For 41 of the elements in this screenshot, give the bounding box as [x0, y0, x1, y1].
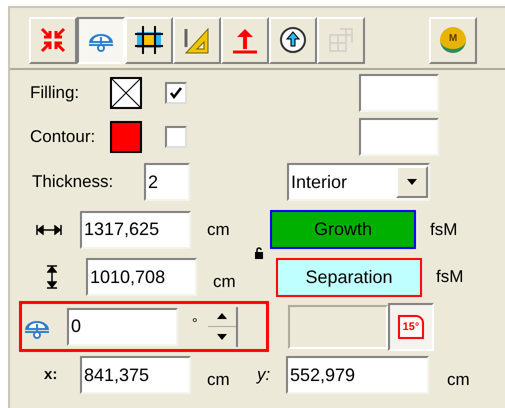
angle-field[interactable]: 0 [67, 308, 178, 346]
width-field[interactable]: 1317,625 [80, 210, 191, 248]
contour-value-field[interactable] [359, 118, 439, 156]
separation-suffix: fsM [436, 266, 464, 288]
y-label: y: [257, 364, 272, 386]
filling-label: Filling: [30, 82, 80, 104]
growth-suffix: fsM [430, 218, 458, 241]
fill-pattern-swatch[interactable] [110, 77, 142, 109]
position-select[interactable]: Interior [287, 163, 430, 201]
tape-measure-icon: M [440, 27, 466, 53]
y-field[interactable]: 552,979 [286, 356, 429, 394]
frame-icon [134, 25, 164, 55]
thickness-field[interactable]: 2 [144, 163, 190, 201]
x-field[interactable]: 841,375 [80, 356, 191, 394]
y-unit: cm [447, 369, 470, 392]
height-arrow-icon [47, 265, 57, 289]
check-icon [169, 86, 183, 100]
arrows-in-icon [38, 25, 68, 55]
snap-angle-button[interactable]: 15° [388, 302, 434, 350]
spin-down-icon [216, 334, 227, 340]
angle-spinner[interactable] [208, 306, 238, 346]
contour-checkbox[interactable] [165, 126, 187, 148]
tape-measure-button[interactable]: M [429, 16, 477, 64]
degree-unit: ° [192, 314, 198, 333]
fill-value-field[interactable] [359, 74, 439, 112]
filling-checkbox[interactable] [165, 82, 187, 104]
height-field[interactable]: 1010,708 [86, 258, 197, 296]
width-arrow-icon [36, 224, 62, 234]
spin-up-icon [216, 313, 227, 320]
growth-button[interactable]: Growth [270, 210, 416, 249]
separation-button[interactable]: Separation [276, 258, 422, 296]
contour-color-swatch[interactable] [110, 121, 142, 153]
contour-label: Contour: [30, 126, 96, 148]
thickness-label: Thickness: [32, 171, 114, 194]
snap-angle-icon: 15° [398, 314, 424, 338]
width-unit: cm [207, 218, 231, 241]
x-label: x: [44, 364, 58, 385]
x-unit: cm [207, 369, 231, 392]
arrow-up-circle-icon [278, 25, 308, 55]
lock-icon [254, 247, 264, 259]
height-unit: cm [213, 271, 237, 294]
